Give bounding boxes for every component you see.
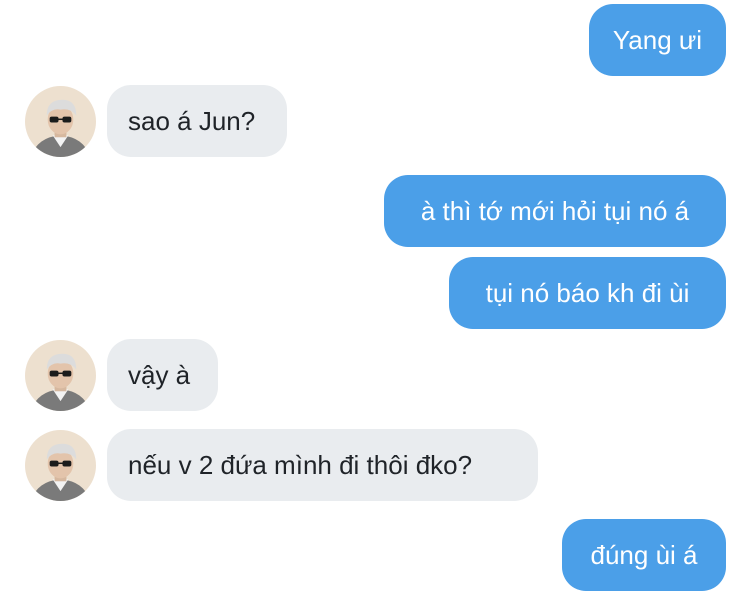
contact-avatar-icon (25, 340, 96, 411)
message-text: nếu v 2 đứa mình đi thôi đko? (128, 449, 473, 480)
received-message-bubble[interactable]: vậy à (107, 339, 218, 411)
contact-avatar[interactable] (25, 430, 96, 501)
contact-avatar[interactable] (25, 340, 96, 411)
message-text: Yang ưi (612, 24, 703, 55)
sent-message-bubble[interactable]: đúng ùi á (562, 519, 726, 591)
sent-message-bubble[interactable]: tụi nó báo kh đi ùi (449, 257, 726, 329)
received-message-bubble[interactable]: nếu v 2 đứa mình đi thôi đko? (107, 429, 538, 501)
contact-avatar-icon (25, 430, 96, 501)
message-text: sao á Jun? (128, 105, 256, 136)
message-text: vậy à (128, 359, 191, 390)
contact-avatar-icon (25, 86, 96, 157)
chat-thread: Yang ưi sao á Jun? à thì tớ mới hỏi tụi … (0, 0, 750, 596)
contact-avatar[interactable] (25, 86, 96, 157)
message-text: đúng ùi á (590, 539, 698, 570)
sent-message-bubble[interactable]: Yang ưi (589, 4, 726, 76)
message-text: tụi nó báo kh đi ùi (485, 277, 690, 308)
sent-message-bubble[interactable]: à thì tớ mới hỏi tụi nó á (384, 175, 726, 247)
message-text: à thì tớ mới hỏi tụi nó á (420, 195, 690, 226)
received-message-bubble[interactable]: sao á Jun? (107, 85, 287, 157)
